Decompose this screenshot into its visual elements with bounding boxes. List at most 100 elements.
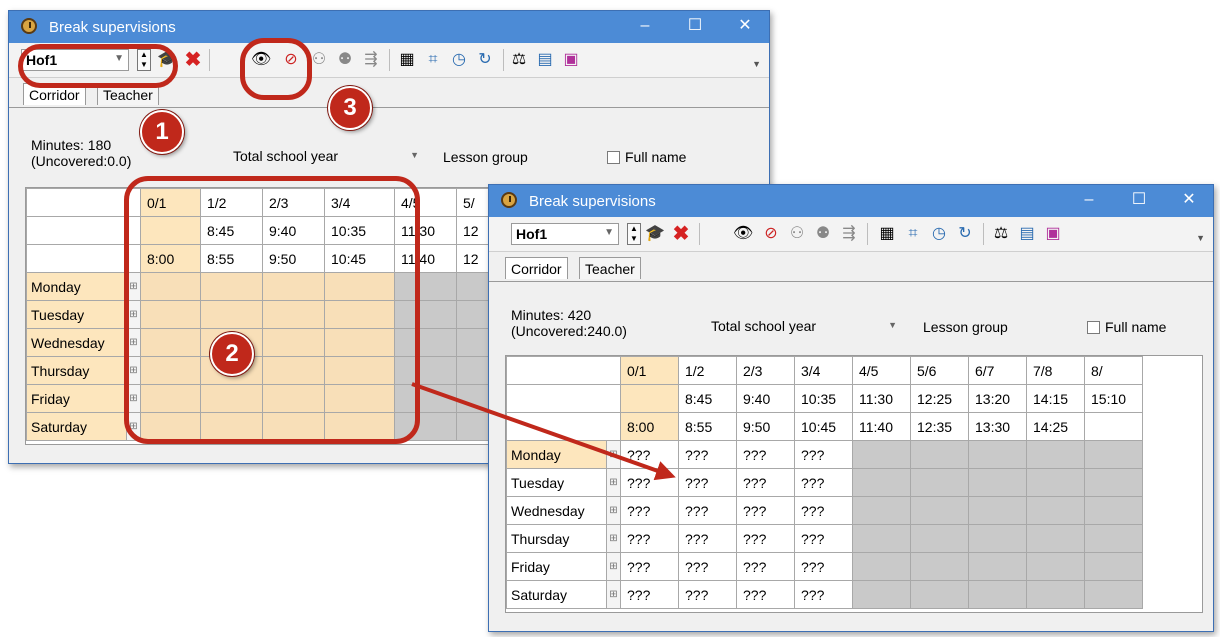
grid-cell[interactable] bbox=[852, 524, 911, 553]
grid-cell[interactable]: ??? bbox=[736, 580, 795, 609]
grid-cell[interactable] bbox=[1084, 468, 1143, 497]
expand-icon[interactable]: ⊞ bbox=[606, 580, 621, 609]
grid-cell[interactable] bbox=[852, 440, 911, 469]
grid-cell[interactable] bbox=[1084, 552, 1143, 581]
grid-cell[interactable] bbox=[910, 552, 969, 581]
grid-cell[interactable] bbox=[852, 496, 911, 525]
grid-cell[interactable] bbox=[968, 468, 1027, 497]
period-select[interactable]: Total school year ▼ bbox=[227, 145, 423, 167]
grid-cell[interactable]: ??? bbox=[620, 496, 679, 525]
grid-cell[interactable] bbox=[1026, 524, 1085, 553]
grid-cell[interactable]: ??? bbox=[620, 468, 679, 497]
grid-cell[interactable]: ??? bbox=[678, 440, 737, 469]
toolbar-overflow-icon[interactable]: ▼ bbox=[752, 59, 761, 69]
grid-cell[interactable]: ??? bbox=[678, 552, 737, 581]
grid-cell[interactable]: ??? bbox=[736, 440, 795, 469]
column-header[interactable]: 8/ bbox=[1084, 356, 1143, 385]
grid-cell[interactable]: ??? bbox=[736, 496, 795, 525]
grid-cell[interactable]: ??? bbox=[678, 468, 737, 497]
grid-cell[interactable] bbox=[1026, 580, 1085, 609]
grid-cell[interactable]: ??? bbox=[736, 524, 795, 553]
grid-cell[interactable] bbox=[1026, 496, 1085, 525]
tab-teacher[interactable]: Teacher bbox=[579, 257, 641, 279]
close-button[interactable]: ✕ bbox=[731, 15, 759, 37]
grid-cell[interactable] bbox=[968, 552, 1027, 581]
expand-icon[interactable]: ⊞ bbox=[606, 524, 621, 553]
grid-cell[interactable] bbox=[1084, 440, 1143, 469]
column-header[interactable]: 4/5 bbox=[852, 356, 911, 385]
column-header[interactable]: 0/1 bbox=[620, 356, 679, 385]
grid-cell[interactable]: ??? bbox=[678, 580, 737, 609]
column-header[interactable]: 7/8 bbox=[1026, 356, 1085, 385]
crop-icon[interactable]: ⌗ bbox=[903, 224, 923, 244]
grid-cell[interactable] bbox=[1026, 440, 1085, 469]
minimize-button[interactable]: – bbox=[1075, 189, 1103, 211]
crop-icon[interactable]: ⌗ bbox=[423, 50, 443, 70]
grid-cell[interactable] bbox=[852, 552, 911, 581]
refresh-icon[interactable]: ↻ bbox=[475, 50, 495, 70]
column-header[interactable]: 1/2 bbox=[678, 356, 737, 385]
grid-cell[interactable]: ??? bbox=[620, 552, 679, 581]
maximize-button[interactable]: ☐ bbox=[1125, 189, 1153, 211]
grid-cell[interactable] bbox=[852, 468, 911, 497]
grid-cell[interactable]: ??? bbox=[794, 496, 853, 525]
grid-cell[interactable] bbox=[910, 580, 969, 609]
eye-icon[interactable]: 👁 bbox=[733, 224, 753, 244]
column-header[interactable]: 5/6 bbox=[910, 356, 969, 385]
grid-cell[interactable]: ??? bbox=[794, 524, 853, 553]
grid-cell[interactable]: ??? bbox=[620, 580, 679, 609]
grid-cell[interactable] bbox=[1026, 468, 1085, 497]
grid-cell[interactable]: ??? bbox=[678, 524, 737, 553]
report-icon[interactable]: ▤ bbox=[535, 50, 555, 70]
assign-icon[interactable]: ⇶ bbox=[839, 224, 859, 244]
grid-cell[interactable]: ??? bbox=[736, 468, 795, 497]
grid-cell[interactable] bbox=[1084, 580, 1143, 609]
grid-cell[interactable] bbox=[968, 496, 1027, 525]
grid-cell[interactable]: ??? bbox=[794, 468, 853, 497]
report-icon[interactable]: ▤ bbox=[1017, 224, 1037, 244]
delete-icon[interactable]: ✖ bbox=[671, 224, 691, 244]
minimize-button[interactable]: – bbox=[631, 15, 659, 37]
grid-cell[interactable]: ??? bbox=[620, 524, 679, 553]
room-select[interactable]: Hof1 ▼ bbox=[511, 223, 619, 245]
scales-icon[interactable]: ⚖ bbox=[509, 50, 529, 70]
full-name-checkbox[interactable] bbox=[607, 151, 620, 164]
lesson-group-label[interactable]: Lesson group bbox=[923, 319, 1008, 335]
expand-icon[interactable]: ⊞ bbox=[606, 552, 621, 581]
grid-cell[interactable]: ??? bbox=[620, 440, 679, 469]
grid-cell[interactable] bbox=[910, 440, 969, 469]
grid-cell[interactable] bbox=[1084, 496, 1143, 525]
teacher-hat-icon[interactable]: 🎓 bbox=[645, 224, 665, 244]
column-header[interactable]: 3/4 bbox=[794, 356, 853, 385]
period-select[interactable]: Total school year ▼ bbox=[705, 315, 901, 337]
grid-cell[interactable] bbox=[852, 580, 911, 609]
maximize-button[interactable]: ☐ bbox=[681, 15, 709, 37]
grid-cell[interactable] bbox=[968, 580, 1027, 609]
full-name-checkbox[interactable] bbox=[1087, 321, 1100, 334]
clock-icon[interactable]: ◷ bbox=[449, 50, 469, 70]
grid-cell[interactable] bbox=[968, 440, 1027, 469]
spin-button[interactable]: ▲ ▼ bbox=[627, 223, 641, 245]
people2-icon[interactable]: ⚉ bbox=[335, 50, 355, 70]
grid-cell[interactable]: ??? bbox=[736, 552, 795, 581]
refresh-icon[interactable]: ↻ bbox=[955, 224, 975, 244]
grid-cell[interactable] bbox=[910, 496, 969, 525]
calculator-icon[interactable]: ▦ bbox=[397, 50, 417, 70]
grid-cell[interactable]: ??? bbox=[794, 580, 853, 609]
grid-cell[interactable] bbox=[910, 468, 969, 497]
column-header[interactable]: 2/3 bbox=[736, 356, 795, 385]
user-filter-icon[interactable]: ▣ bbox=[1043, 224, 1063, 244]
expand-icon[interactable]: ⊞ bbox=[606, 468, 621, 497]
grid-cell[interactable]: ??? bbox=[794, 440, 853, 469]
assign-icon[interactable]: ⇶ bbox=[361, 50, 381, 70]
grid-cell[interactable] bbox=[968, 524, 1027, 553]
grid-cell[interactable] bbox=[910, 524, 969, 553]
tab-corridor[interactable]: Corridor bbox=[505, 257, 568, 279]
user-filter-icon[interactable]: ▣ bbox=[561, 50, 581, 70]
people-icon[interactable]: ⚇ bbox=[309, 50, 329, 70]
close-button[interactable]: ✕ bbox=[1175, 189, 1203, 211]
calculator-icon[interactable]: ▦ bbox=[877, 224, 897, 244]
scales-icon[interactable]: ⚖ bbox=[991, 224, 1011, 244]
people2-icon[interactable]: ⚉ bbox=[813, 224, 833, 244]
toolbar-overflow-icon[interactable]: ▼ bbox=[1196, 233, 1205, 243]
